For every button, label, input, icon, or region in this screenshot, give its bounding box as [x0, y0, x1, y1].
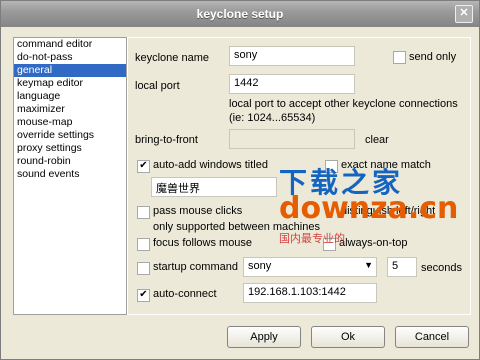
auto-connect-label: auto-connect — [153, 288, 217, 300]
auto-add-label: auto-add windows titled — [153, 159, 268, 171]
chevron-down-icon[interactable]: ▼ — [364, 260, 373, 270]
local-port-label: local port — [135, 80, 180, 92]
local-port-field[interactable]: 1442 — [229, 74, 355, 94]
sidebar-item-command-editor[interactable]: command editor — [14, 38, 126, 51]
local-port-hint: local port to accept other keyclone conn… — [229, 98, 458, 110]
pass-mouse-clicks-label: pass mouse clicks — [153, 205, 243, 217]
focus-follows-mouse-label: focus follows mouse — [153, 237, 253, 249]
sidebar-item-general[interactable]: general — [14, 64, 126, 77]
sidebar-item-mouse-map[interactable]: mouse-map — [14, 116, 126, 129]
watermark-site: downza.cn — [279, 191, 459, 226]
cancel-button[interactable]: Cancel — [395, 326, 469, 348]
local-port-range-hint: (ie: 1024...65534) — [229, 112, 316, 124]
ok-button[interactable]: Ok — [311, 326, 385, 348]
auto-connect-checkbox[interactable]: ✔ — [137, 289, 150, 302]
auto-add-checkbox[interactable]: ✔ — [137, 160, 150, 173]
seconds-label: seconds — [421, 262, 462, 274]
focus-follows-mouse-checkbox[interactable] — [137, 238, 150, 251]
settings-category-list[interactable]: command editor do-not-pass general keyma… — [13, 37, 127, 315]
startup-command-label: startup command — [153, 261, 238, 273]
watermark-tagline: 国内最专业的 — [279, 233, 345, 245]
send-only-checkbox[interactable] — [393, 51, 406, 64]
apply-button[interactable]: Apply — [227, 326, 301, 348]
sidebar-item-keymap-editor[interactable]: keymap editor — [14, 77, 126, 90]
keyclone-name-label: keyclone name — [135, 52, 209, 64]
auto-add-title-field[interactable]: 魔兽世界 — [151, 177, 277, 197]
title-bar[interactable]: keyclone setup ✕ — [1, 1, 479, 27]
startup-command-checkbox[interactable] — [137, 262, 150, 275]
sidebar-item-language[interactable]: language — [14, 90, 126, 103]
send-only-label: send only — [409, 51, 457, 63]
window-title: keyclone setup — [196, 7, 284, 21]
always-on-top-label: always-on-top — [339, 237, 408, 249]
bring-to-front-field[interactable] — [229, 129, 355, 149]
auto-connect-address-field[interactable]: 192.168.1.103:1442 — [243, 283, 377, 303]
pass-mouse-clicks-checkbox[interactable] — [137, 206, 150, 219]
keyclone-name-field[interactable]: sony — [229, 46, 355, 66]
sidebar-item-do-not-pass[interactable]: do-not-pass — [14, 51, 126, 64]
close-icon[interactable]: ✕ — [455, 5, 473, 23]
bring-to-front-label: bring-to-front — [135, 134, 198, 146]
sidebar-item-round-robin[interactable]: round-robin — [14, 155, 126, 168]
sidebar-item-proxy-settings[interactable]: proxy settings — [14, 142, 126, 155]
startup-command-value: sony — [248, 260, 272, 272]
setup-window: keyclone setup ✕ command editor do-not-p… — [0, 0, 480, 360]
startup-command-select[interactable]: sony ▼ — [243, 257, 377, 277]
client-area: command editor do-not-pass general keyma… — [3, 29, 477, 357]
sidebar-item-override-settings[interactable]: override settings — [14, 129, 126, 142]
sidebar-item-maximizer[interactable]: maximizer — [14, 103, 126, 116]
sidebar-item-sound-events[interactable]: sound events — [14, 168, 126, 181]
clear-button[interactable]: clear — [365, 134, 397, 146]
startup-delay-field[interactable]: 5 — [387, 257, 417, 277]
